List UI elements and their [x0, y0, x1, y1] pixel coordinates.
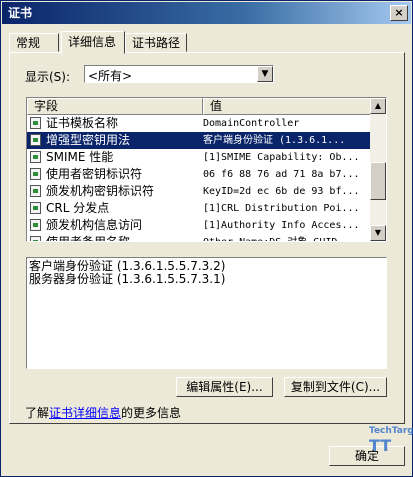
certificate-field-icon	[30, 236, 41, 241]
field-value: Other Name:DS 对象 GUID...	[203, 234, 369, 241]
watermark-logo: TechTarget TT	[369, 426, 413, 476]
field-detail-box[interactable]: 客户端身份验证 (1.3.6.1.5.5.7.3.2) 服务器身份验证 (1.3…	[26, 257, 387, 369]
show-dropdown-value: <所有>	[88, 69, 133, 83]
field-name: CRL 分发点	[46, 201, 110, 215]
field-name: 证书模板名称	[46, 116, 119, 130]
list-rows: 证书模板名称 DomainController 增强型密钥用法 客户端身份验证 …	[27, 115, 371, 242]
fields-list[interactable]: 字段 值 证书模板名称 DomainController 增强型密钥用法 客户端…	[26, 97, 387, 242]
tab-details[interactable]: 详细信息	[61, 31, 125, 54]
learn-prefix: 了解	[25, 406, 50, 420]
list-item[interactable]: 颁发机构信息访问 [1]Authority Info Acces...	[27, 217, 371, 234]
column-header-value[interactable]: 值	[203, 98, 371, 115]
watermark-mark: TT	[369, 436, 392, 455]
field-value: KeyID=2d ec 6b de 93 bf...	[203, 186, 360, 197]
window-title: 证书	[8, 6, 33, 20]
edit-properties-button[interactable]: 编辑属性(E)...	[176, 377, 273, 397]
field-name: 使用者备用名称	[46, 235, 131, 242]
field-name: 使用者密钥标识符	[46, 167, 143, 181]
scroll-thumb[interactable]	[370, 162, 386, 200]
list-header: 字段 值	[27, 98, 371, 115]
close-button[interactable]: ×	[390, 5, 408, 21]
certificate-field-icon	[30, 185, 41, 197]
list-scrollbar[interactable]: ▲ ▼	[370, 98, 386, 241]
field-value: [1]Authority Info Acces...	[203, 220, 360, 231]
cert-details-link[interactable]: 证书详细信息	[49, 406, 121, 420]
learn-more-text: 了解证书详细信息的更多信息	[25, 404, 181, 421]
chevron-down-icon[interactable]: ▼	[257, 66, 273, 82]
certificate-field-icon	[30, 151, 41, 163]
list-item[interactable]: SMIME 性能 [1]SMIME Capability: Ob...	[27, 149, 371, 166]
title-bar: 证书 ×	[2, 2, 411, 24]
scroll-up-icon[interactable]: ▲	[370, 98, 386, 114]
field-value: 客户端身份验证 (1.3.6.1...	[203, 135, 346, 146]
tab-general[interactable]: 常规	[9, 33, 59, 52]
field-name: 增强型密钥用法	[46, 133, 131, 147]
field-name: 颁发机构密钥标识符	[46, 184, 155, 198]
scroll-down-icon[interactable]: ▼	[370, 225, 386, 241]
certificate-field-icon	[30, 134, 41, 146]
certificate-field-icon	[30, 219, 41, 231]
tab-cert-path[interactable]: 证书路径	[125, 33, 187, 52]
detail-line: 服务器身份验证 (1.3.6.1.5.5.7.3.1)	[29, 272, 226, 286]
certificate-field-icon	[30, 117, 41, 129]
list-item[interactable]: 使用者备用名称 Other Name:DS 对象 GUID...	[27, 234, 371, 242]
field-value: 06 f6 88 76 ad 71 8a b7...	[203, 169, 360, 180]
field-value: [1]CRL Distribution Poi...	[203, 203, 360, 214]
list-item[interactable]: CRL 分发点 [1]CRL Distribution Poi...	[27, 200, 371, 217]
list-item-selected[interactable]: 增强型密钥用法 客户端身份验证 (1.3.6.1...	[27, 132, 371, 149]
watermark-text: TechTarget	[369, 426, 413, 436]
certificate-field-icon	[30, 168, 41, 180]
learn-suffix: 的更多信息	[121, 406, 182, 420]
field-name: 颁发机构信息访问	[46, 218, 143, 232]
field-value: [1]SMIME Capability: Ob...	[203, 152, 360, 163]
show-dropdown[interactable]: <所有> ▼	[84, 65, 274, 83]
column-header-field[interactable]: 字段	[27, 98, 203, 115]
field-name: SMIME 性能	[46, 150, 114, 164]
show-label: 显示(S):	[25, 70, 71, 84]
list-item[interactable]: 使用者密钥标识符 06 f6 88 76 ad 71 8a b7...	[27, 166, 371, 183]
field-value: DomainController	[203, 118, 300, 129]
certificate-field-icon	[30, 202, 41, 214]
certificate-dialog: 证书 × 常规 详细信息 证书路径 显示(S): <所有> ▼ 字段 值 证书模…	[0, 0, 413, 477]
copy-to-file-button[interactable]: 复制到文件(C)...	[284, 377, 387, 397]
list-item[interactable]: 颁发机构密钥标识符 KeyID=2d ec 6b de 93 bf...	[27, 183, 371, 200]
list-item[interactable]: 证书模板名称 DomainController	[27, 115, 371, 132]
